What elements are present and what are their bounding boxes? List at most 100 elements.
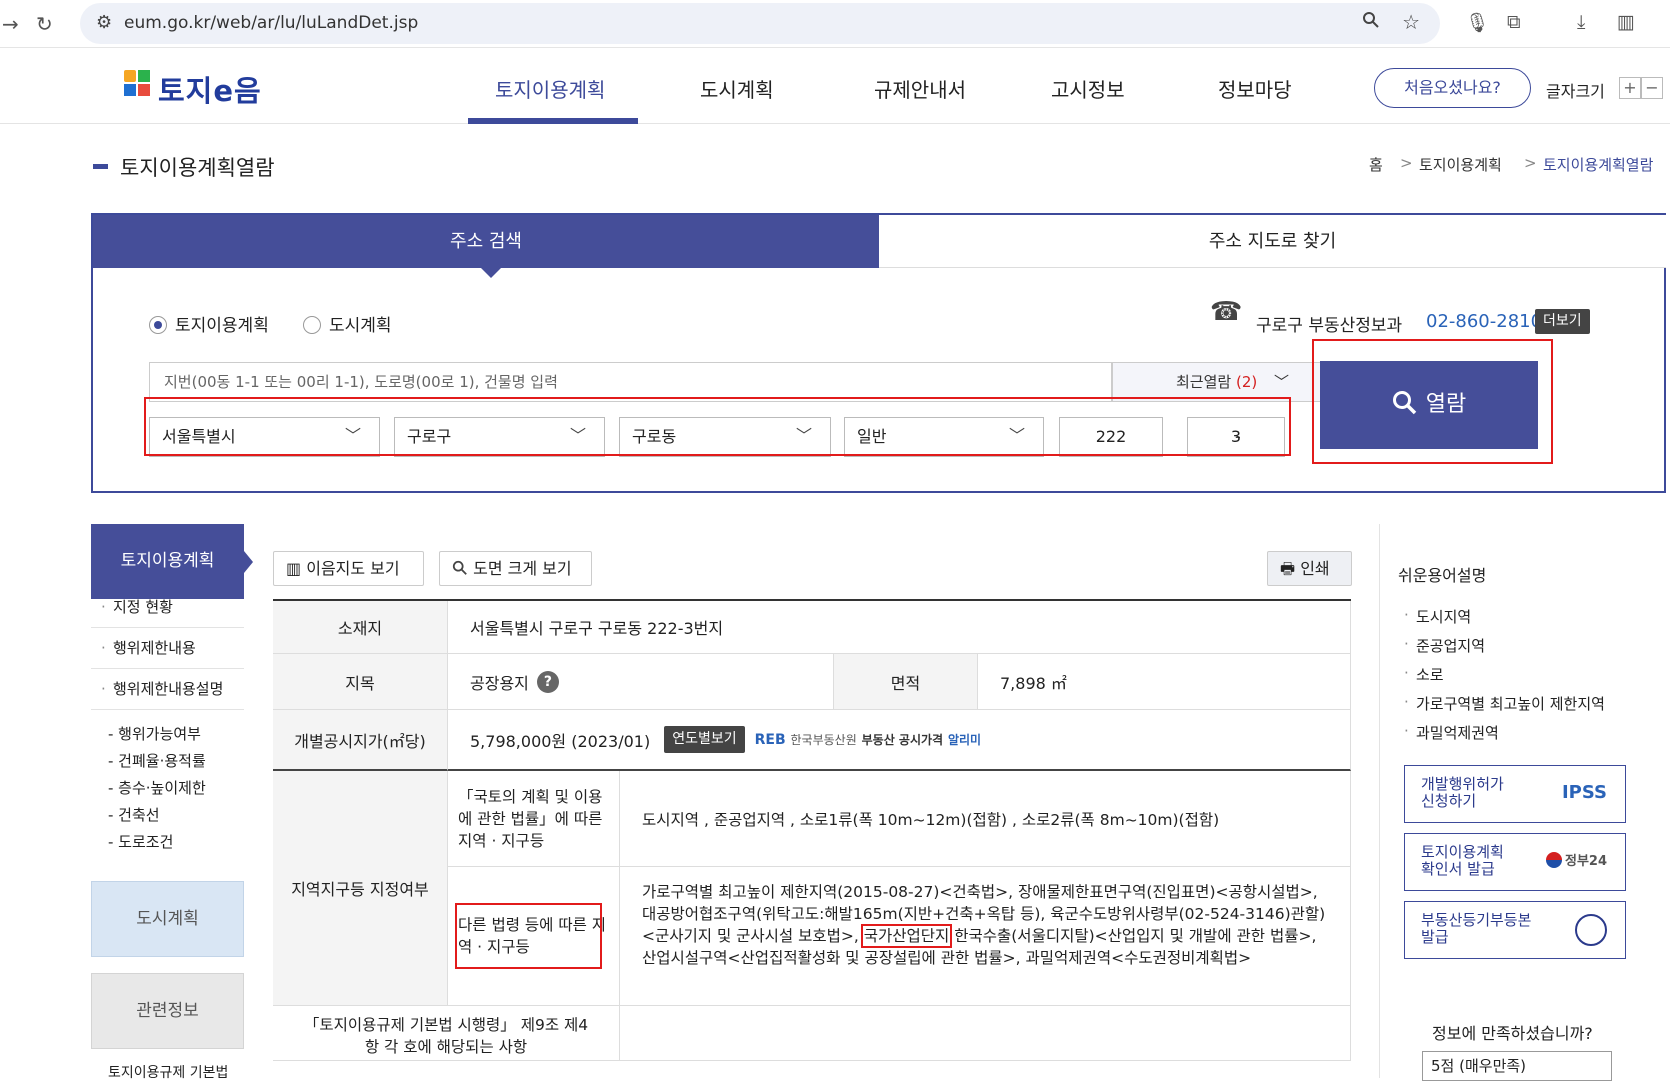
term-overcrowding[interactable]: 과밀억제권역	[1404, 722, 1499, 743]
survey-select[interactable]: 5점 (매우만족)	[1422, 1051, 1612, 1081]
breadcrumb-home[interactable]: 홈	[1369, 154, 1383, 175]
office-phone[interactable]: 02-860-2810	[1426, 311, 1542, 332]
menu-restriction-content[interactable]: 행위제한내용	[91, 628, 244, 669]
font-plus-button[interactable]: +	[1619, 77, 1641, 99]
download-icon[interactable]: ⤓	[1577, 11, 1585, 33]
gov24-logo: 정부24	[1545, 852, 1607, 870]
term-height-limit[interactable]: 가로구역별 최고높이 제한지역	[1404, 693, 1605, 714]
nav-active-indicator	[468, 118, 638, 124]
submenu-road-condition[interactable]: - 도로조건	[108, 831, 173, 852]
menu-designation-status[interactable]: 지정 현황	[91, 587, 244, 628]
print-button[interactable]: 🖶 인쇄	[1267, 551, 1352, 586]
address-search-input[interactable]: 지번(00동 1-1 또는 00리 1-1), 도로명(00로 1), 건물명 …	[149, 362, 1112, 402]
radio-city-plan[interactable]: 도시계획	[303, 311, 392, 336]
address-bar[interactable]: ⚙ eum.go.kr/web/ar/lu/luLandDet.jsp ☆	[80, 3, 1440, 44]
radio-unchecked-icon	[303, 316, 321, 334]
ipss-logo: IPSS	[1561, 782, 1607, 803]
card-label: 부동산등기부등본 발급	[1421, 911, 1532, 946]
court-seal-icon	[1575, 914, 1607, 946]
reb-alimi: 알리미	[947, 733, 982, 747]
area-header: 면적	[834, 654, 978, 710]
card-label: 개발행위허가 신청하기	[1421, 775, 1504, 810]
microphone-icon[interactable]: 🎙	[1465, 11, 1489, 34]
breadcrumb-land-use[interactable]: 토지이용계획	[1419, 154, 1502, 175]
jimok-text: 공장용지	[470, 673, 529, 693]
nav-city-plan[interactable]: 도시계획	[700, 74, 774, 103]
radio-land-label: 토지이용계획	[175, 316, 269, 336]
chevron-down-icon: ﹀	[1274, 373, 1290, 391]
extensions-icon[interactable]: ⧉	[1507, 11, 1521, 33]
nav-info[interactable]: 정보마당	[1218, 74, 1292, 103]
glossary-title: 쉬운용어설명	[1398, 566, 1487, 585]
survey-question: 정보에 만족하셨습니까?	[1432, 1024, 1593, 1043]
radio-checked-icon	[149, 316, 167, 334]
radio-city-label: 도시계획	[329, 316, 392, 336]
highlight-view-button	[1312, 339, 1553, 464]
reload-icon[interactable]: ↻	[36, 12, 53, 36]
reb-price-link[interactable]: REB 한국부동산원 부동산 공시가격 알리미	[755, 731, 981, 748]
right-panel: 쉬운용어설명 도시지역 준공업지역 소로 가로구역별 최고높이 제한지역 과밀억…	[1379, 524, 1670, 1081]
jimok-value: 공장용지?	[448, 654, 834, 710]
reb-logo: REB	[754, 732, 786, 748]
font-minus-button[interactable]: −	[1641, 77, 1663, 99]
gov24-text: 정부24	[1564, 854, 1607, 869]
term-urban-area[interactable]: 도시지역	[1404, 606, 1471, 627]
left-menu-city-plan[interactable]: 도시계획	[91, 881, 244, 957]
law1-value: 도시지역 , 준공업지역 , 소로1류(폭 10m~12m)(접함) , 소로2…	[620, 771, 1351, 867]
tab-map-search[interactable]: 주소 지도로 찾기	[879, 215, 1666, 268]
zoom-view-button[interactable]: 도면 크게 보기	[439, 551, 592, 586]
highlight-other-law-header	[455, 903, 602, 969]
bookmark-star-icon[interactable]: ☆	[1402, 10, 1420, 34]
logo-text[interactable]: 토지e음	[158, 68, 262, 110]
address-search-panel: 주소 검색 주소 지도로 찾기 토지이용계획 도시계획 ☎ 구로구 부동산정보과…	[91, 213, 1666, 493]
yearly-view-button[interactable]: 연도별보기	[664, 726, 745, 753]
url-text: eum.go.kr/web/ar/lu/luLandDet.jsp	[124, 13, 419, 33]
first-visit-button[interactable]: 처음오셨나요?	[1374, 68, 1531, 108]
price-text: 5,798,000원 (2023/01)	[470, 731, 651, 751]
submenu-height-limit[interactable]: - 층수·높이제한	[108, 777, 206, 798]
enforcement-header: 「토지이용규제 기본법 시행령」 제9조 제4항 각 호에 해당되는 사항	[273, 1006, 620, 1061]
land-info-table: 소재지 서울특별시 구로구 구로동 222-3번지 지목 공장용지? 면적 7,…	[273, 599, 1351, 1061]
logo-icon[interactable]	[124, 70, 150, 100]
nav-land-use-plan[interactable]: 토지이용계획	[495, 74, 605, 103]
nav-regulation-guide[interactable]: 규제안내서	[874, 74, 966, 103]
browser-toolbar: → ↻ ⚙ eum.go.kr/web/ar/lu/luLandDet.jsp …	[0, 0, 1670, 48]
left-menu-related[interactable]: 관련정보	[91, 973, 244, 1049]
jimok-header: 지목	[273, 654, 448, 710]
map-icon: ▥	[286, 559, 302, 578]
help-icon[interactable]: ?	[536, 670, 559, 693]
office-name: 구로구 부동산정보과	[1256, 316, 1403, 336]
registry-copy-link[interactable]: 부동산등기부등본 발급	[1404, 901, 1626, 959]
location-value: 서울특별시 구로구 구로동 222-3번지	[448, 601, 1351, 654]
term-small-road[interactable]: 소로	[1404, 664, 1443, 685]
page-title: 토지이용계획열람	[120, 156, 275, 180]
submenu-building-line[interactable]: - 건축선	[108, 804, 160, 825]
enforcement-value	[620, 1006, 1351, 1061]
left-menu-cutoff-item[interactable]: 토지이용규제 기본법	[108, 1062, 244, 1082]
site-info-icon[interactable]: ⚙	[96, 12, 112, 33]
land-use-cert-link[interactable]: 토지이용계획 확인서 발급 정부24	[1404, 833, 1626, 891]
side-panel-icon[interactable]: ▥	[1617, 11, 1635, 33]
nav-notice[interactable]: 고시정보	[1051, 74, 1125, 103]
highlight-national-industrial-complex: 국가산업단지	[860, 924, 953, 948]
submenu-coverage-ratio[interactable]: - 건폐율·용적률	[108, 750, 206, 771]
map-view-label: 이음지도 보기	[306, 559, 400, 578]
development-permit-link[interactable]: 개발행위허가 신청하기 IPSS	[1404, 765, 1626, 823]
recent-count: (2)	[1235, 373, 1258, 391]
forward-icon[interactable]: →	[2, 12, 19, 36]
zoom-icon[interactable]	[1362, 11, 1380, 34]
zoom-view-label: 도면 크게 보기	[473, 559, 572, 578]
more-button[interactable]: 더보기	[1535, 309, 1590, 334]
term-semi-industrial[interactable]: 준공업지역	[1404, 635, 1485, 656]
title-marker	[93, 164, 108, 169]
reb-title: 부동산 공시가격	[861, 733, 944, 747]
radio-land-use[interactable]: 토지이용계획	[149, 311, 269, 336]
area-value: 7,898 ㎡	[978, 654, 1351, 710]
breadcrumb-sep: >	[1400, 154, 1413, 172]
map-view-button[interactable]: ▥ 이음지도 보기	[273, 551, 424, 586]
card-label: 토지이용계획 확인서 발급	[1421, 843, 1504, 878]
tab-address-search[interactable]: 주소 검색	[93, 215, 879, 268]
submenu-allowed[interactable]: - 행위가능여부	[108, 723, 201, 744]
menu-restriction-desc[interactable]: 행위제한내용설명	[91, 669, 244, 710]
law2-value: 가로구역별 최고높이 제한지역(2015-08-27)<건축법>, 장애물제한표…	[620, 867, 1351, 1006]
